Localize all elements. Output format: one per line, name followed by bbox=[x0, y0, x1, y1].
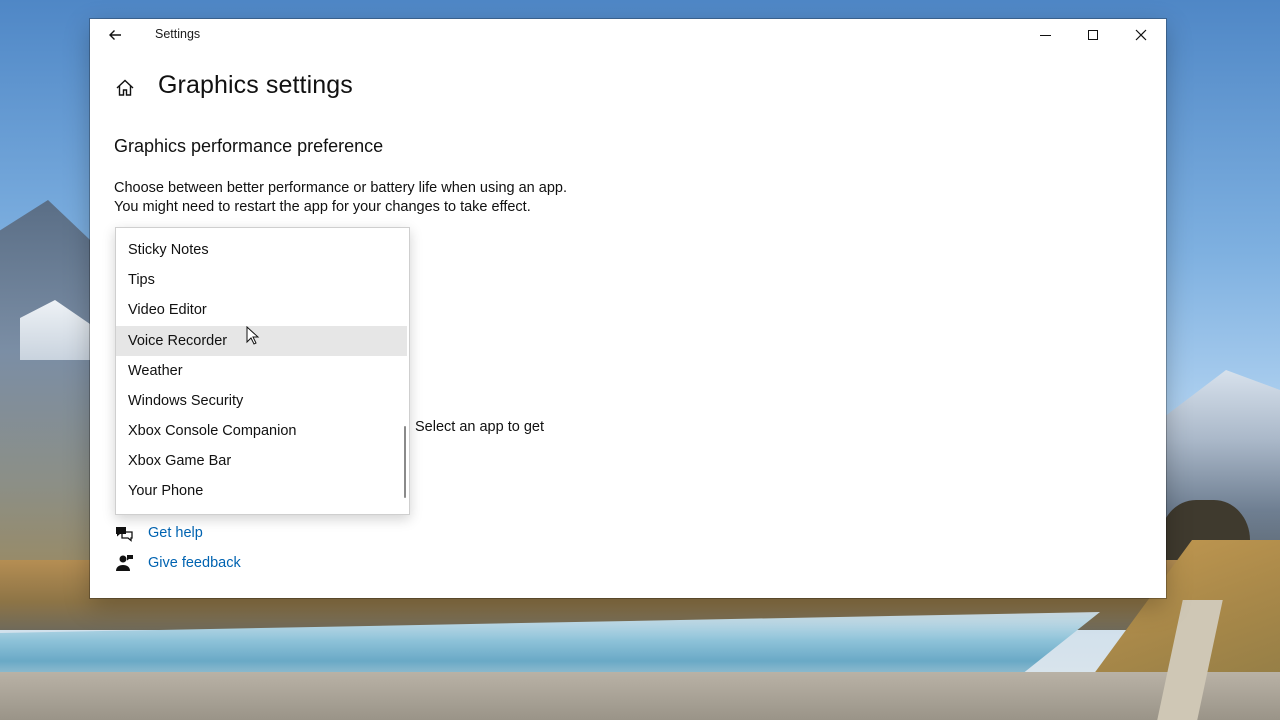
close-icon bbox=[1135, 29, 1147, 41]
give-feedback-row[interactable]: Give feedback bbox=[114, 554, 241, 572]
dropdown-scrollbar[interactable] bbox=[404, 426, 406, 498]
page-title: Graphics settings bbox=[158, 71, 353, 99]
partial-hint-text: Select an app to get bbox=[415, 419, 544, 435]
dropdown-item-windows-security[interactable]: Windows Security bbox=[116, 386, 407, 416]
minimize-icon bbox=[1039, 34, 1051, 36]
dropdown-item-xbox-game-bar[interactable]: Xbox Game Bar bbox=[116, 446, 407, 476]
give-feedback-link[interactable]: Give feedback bbox=[148, 555, 241, 571]
section-title: Graphics performance preference bbox=[114, 136, 384, 156]
dropdown-item-tips[interactable]: Tips bbox=[116, 265, 407, 295]
chat-help-icon bbox=[114, 524, 134, 542]
mouse-cursor-icon bbox=[246, 326, 260, 345]
window-title: Settings bbox=[155, 27, 201, 41]
get-help-row[interactable]: Get help bbox=[114, 524, 203, 542]
dropdown-item-xbox-console-companion[interactable]: Xbox Console Companion bbox=[116, 416, 407, 446]
dropdown-item-voice-recorder[interactable]: Voice Recorder bbox=[116, 326, 407, 356]
app-select-dropdown[interactable]: Sticky Notes Tips Video Editor Voice Rec… bbox=[115, 227, 410, 515]
dropdown-item-sticky-notes[interactable]: Sticky Notes bbox=[116, 235, 407, 265]
wallpaper-gravel bbox=[0, 672, 1280, 720]
maximize-button[interactable] bbox=[1070, 19, 1116, 51]
minimize-button[interactable] bbox=[1022, 19, 1068, 51]
back-arrow-icon bbox=[109, 30, 121, 40]
dropdown-item-your-phone[interactable]: Your Phone bbox=[116, 476, 407, 506]
back-button[interactable] bbox=[104, 25, 126, 45]
dropdown-item-video-editor[interactable]: Video Editor bbox=[116, 295, 407, 325]
get-help-link[interactable]: Get help bbox=[148, 525, 203, 541]
title-bar[interactable]: Settings bbox=[90, 19, 1166, 51]
home-icon[interactable] bbox=[114, 77, 136, 99]
dropdown-item-weather[interactable]: Weather bbox=[116, 356, 407, 386]
feedback-person-icon bbox=[114, 554, 134, 572]
description-text: Choose between better performance or bat… bbox=[114, 180, 567, 215]
maximize-icon bbox=[1088, 30, 1098, 40]
close-button[interactable] bbox=[1118, 19, 1164, 51]
